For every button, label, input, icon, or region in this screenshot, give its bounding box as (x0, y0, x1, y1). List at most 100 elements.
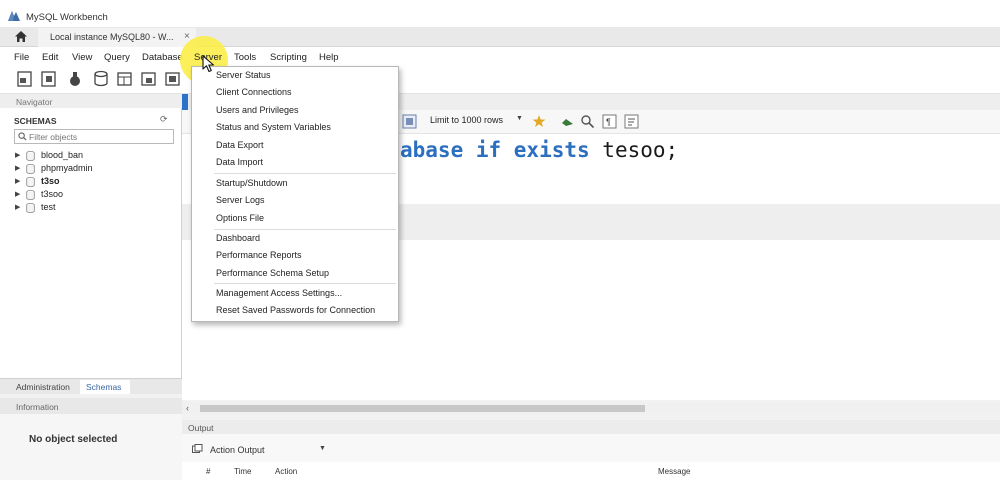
output-table-header: # Time Action Message (182, 462, 1000, 480)
menu-tools[interactable]: Tools (234, 52, 256, 63)
database-icon (26, 177, 35, 187)
scrollbar-thumb[interactable] (200, 405, 645, 412)
expand-caret-icon[interactable]: ▶ (15, 190, 20, 198)
menu-bar: File Edit View Query Database Tools Scripting H… (0, 47, 1000, 66)
menu-separator (214, 283, 396, 284)
menu-query[interactable]: Query (104, 52, 130, 63)
schemas-section-label: SCHEMAS (14, 116, 57, 126)
menu-item-performance-reports[interactable]: Performance Reports (216, 250, 302, 260)
navigator-header: Navigator (0, 94, 182, 108)
column-time: Time (234, 467, 252, 476)
connection-tab[interactable]: Local instance MySQL80 - W... × (38, 28, 196, 47)
menu-file[interactable]: File (14, 52, 29, 63)
schema-name: t3soo (41, 189, 64, 199)
menu-item-data-import[interactable]: Data Import (216, 157, 263, 167)
home-icon[interactable] (14, 30, 28, 43)
column-message: Message (658, 467, 691, 476)
schema-item[interactable]: ▶ test (15, 202, 175, 214)
toggle-output-icon[interactable] (402, 114, 417, 129)
navigator-header-label: Navigator (16, 97, 53, 107)
menu-view[interactable]: View (72, 52, 92, 63)
menu-separator (214, 173, 396, 174)
schema-item[interactable]: ▶ t3so (15, 176, 175, 188)
column-action: Action (275, 467, 298, 476)
filter-objects-input[interactable] (29, 131, 171, 142)
action-output-select[interactable]: Action Output (210, 445, 265, 455)
menu-item-server-status[interactable]: Server Status (216, 70, 271, 80)
schema-item[interactable]: ▶ t3soo (15, 189, 175, 201)
schema-name: blood_ban (41, 150, 84, 160)
database-icon (26, 164, 35, 174)
menu-scripting[interactable]: Scripting (270, 52, 307, 63)
database-icon (26, 190, 35, 200)
menu-item-management-access-settings[interactable]: Management Access Settings... (216, 288, 342, 298)
beautify-query-icon[interactable] (532, 114, 547, 129)
wrap-lines-icon[interactable] (624, 114, 639, 129)
menu-item-data-export[interactable]: Data Export (216, 140, 264, 150)
menu-item-reset-saved-passwords-for-connection[interactable]: Reset Saved Passwords for Connection (216, 305, 375, 315)
schema-name: test (41, 202, 56, 212)
refresh-schemas-icon[interactable]: ⟳ (160, 114, 168, 125)
menu-item-server-logs[interactable]: Server Logs (216, 195, 265, 205)
search-icon (18, 132, 27, 141)
expand-caret-icon[interactable]: ▶ (15, 164, 20, 172)
filter-objects-box[interactable] (14, 129, 174, 144)
scroll-left-icon[interactable]: ‹ (186, 403, 189, 413)
menu-item-users-and-privileges[interactable]: Users and Privileges (216, 105, 299, 115)
svg-text:¶: ¶ (606, 117, 611, 127)
copy-icon[interactable] (192, 444, 203, 453)
database-icon (26, 203, 35, 213)
menu-separator (214, 229, 396, 230)
find-replace-icon[interactable] (580, 114, 595, 129)
inspector-icon[interactable] (66, 70, 84, 88)
sql-keywords: abase if exists (400, 138, 590, 162)
tab-administration[interactable]: Administration (16, 382, 70, 392)
expand-caret-icon[interactable]: ▶ (15, 151, 20, 159)
information-header: Information (0, 398, 182, 414)
menu-item-client-connections[interactable]: Client Connections (216, 87, 292, 97)
create-view-icon[interactable] (140, 70, 158, 88)
mouse-pointer-icon (202, 55, 215, 73)
toggle-whitespace-icon[interactable]: ¶ (602, 114, 617, 129)
server-dropdown-menu: Server Status Client Connections Users and… (191, 66, 399, 322)
information-panel: No object selected (0, 414, 182, 480)
menu-item-status-and-system-variables[interactable]: Status and System Variables (216, 122, 331, 132)
active-editor-tab[interactable] (182, 94, 188, 110)
new-sql-tab-icon[interactable] (16, 70, 34, 88)
no-object-selected-text: No object selected (29, 434, 118, 445)
title-bar (0, 0, 1000, 27)
create-table-icon[interactable] (116, 70, 134, 88)
database-icon (26, 151, 35, 161)
menu-item-startup-shutdown[interactable]: Startup/Shutdown (216, 178, 288, 188)
navigator-bottom-tabs: Administration Schemas (0, 378, 182, 394)
sql-code-line[interactable]: abase if exists tesoo; (400, 138, 678, 162)
create-schema-icon[interactable] (92, 70, 110, 88)
tab-schemas-label: Schemas (86, 382, 122, 392)
main-toolbar (0, 66, 1000, 94)
chevron-down-icon[interactable]: ▼ (319, 445, 326, 452)
menu-item-dashboard[interactable]: Dashboard (216, 233, 260, 243)
horizontal-scrollbar[interactable]: ‹ (182, 402, 1000, 415)
expand-caret-icon[interactable]: ▶ (15, 177, 20, 185)
output-header: Output (182, 420, 1000, 434)
menu-database[interactable]: Database (142, 52, 183, 63)
toggle-invisible-characters-icon[interactable] (560, 114, 575, 129)
column-number: # (206, 467, 211, 476)
limit-rows-select[interactable]: Limit to 1000 rows (430, 115, 503, 125)
menu-help[interactable]: Help (319, 52, 339, 63)
open-sql-script-icon[interactable] (40, 70, 58, 88)
chevron-down-icon[interactable]: ▼ (516, 115, 523, 122)
schema-name: t3so (41, 176, 60, 186)
create-procedure-icon[interactable] (164, 70, 182, 88)
window-title: MySQL Workbench (26, 12, 108, 23)
schema-item[interactable]: ▶ phpmyadmin (15, 163, 175, 175)
menu-edit[interactable]: Edit (42, 52, 58, 63)
tab-schemas[interactable]: Schemas (80, 380, 130, 394)
output-header-label: Output (188, 423, 214, 433)
menu-item-options-file[interactable]: Options File (216, 213, 264, 223)
schema-item[interactable]: ▶ blood_ban (15, 150, 175, 162)
menu-item-performance-schema-setup[interactable]: Performance Schema Setup (216, 268, 329, 278)
sql-identifier: tesoo; (589, 138, 679, 162)
expand-caret-icon[interactable]: ▶ (15, 203, 20, 211)
connection-tab-label: Local instance MySQL80 - W... (50, 32, 174, 42)
